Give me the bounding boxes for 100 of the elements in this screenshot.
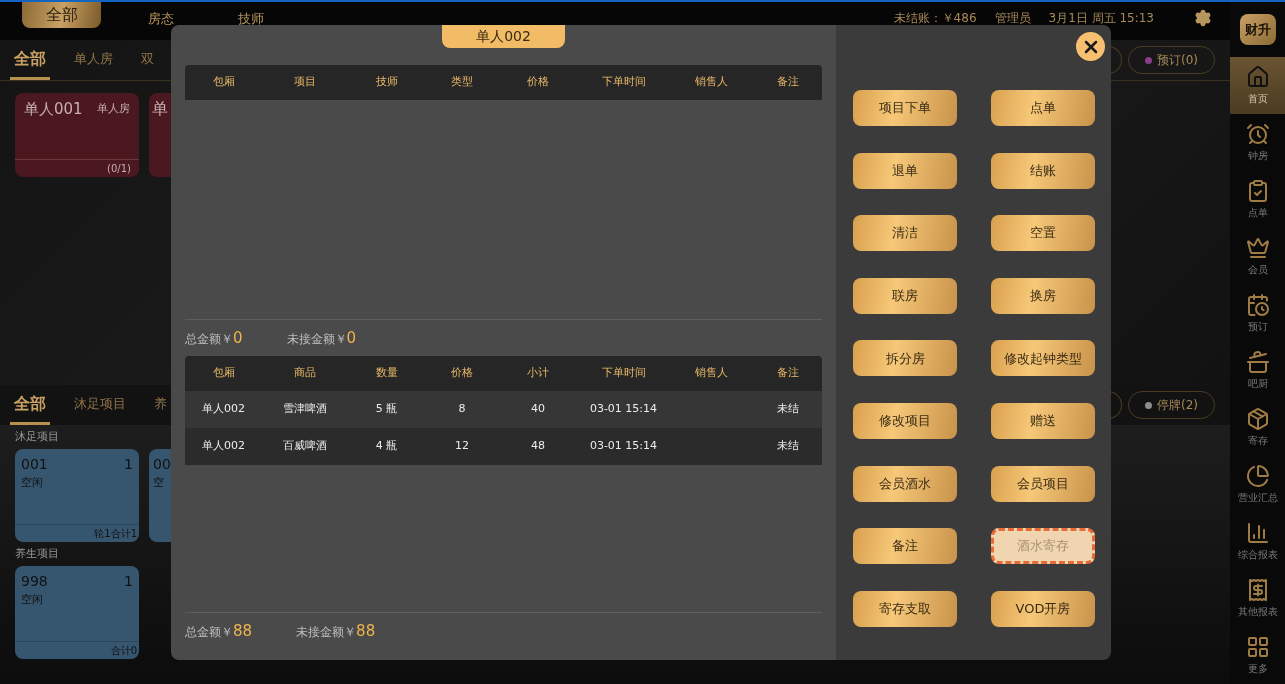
table-cell-text: 40	[530, 401, 546, 418]
column-header: 下单时间	[600, 74, 647, 91]
close-button[interactable]	[1076, 32, 1105, 61]
category-tab[interactable]: 双	[137, 40, 158, 80]
action-button[interactable]: 会员酒水	[853, 465, 957, 502]
project-count: 1	[124, 572, 133, 591]
occupancy-count: (0/1)	[107, 162, 131, 176]
sidebar-item[interactable]: 更多	[1230, 627, 1285, 684]
table-cell-text: 8	[457, 401, 467, 418]
sidebar-item[interactable]: 吧厨	[1230, 342, 1285, 399]
user-name: 管理员	[994, 10, 1031, 27]
category-tab[interactable]: 全部	[10, 385, 50, 425]
project-code: 00	[153, 455, 171, 474]
sidebar-item[interactable]: 营业汇总	[1230, 456, 1285, 513]
table-cell-text: 4 瓶	[374, 438, 399, 455]
home-icon	[1245, 65, 1270, 89]
total-amount: 总金额￥88	[185, 620, 253, 642]
sidebar-item[interactable]: 综合报表	[1230, 513, 1285, 570]
action-button[interactable]: 拆分房	[853, 340, 957, 377]
column-header: 技师	[374, 74, 399, 91]
column-header: 备注	[775, 365, 800, 382]
table-row[interactable]: 单人002 雪津啤酒 5 瓶 8 40 03-01 15:14 未结	[185, 391, 822, 428]
category-tab[interactable]: 沐足项目	[70, 385, 130, 425]
table-cell-text: 百威啤酒	[281, 438, 328, 455]
project-footer: 合计0	[110, 643, 137, 658]
table-cell-text: 雪津啤酒	[281, 401, 328, 418]
category-tab[interactable]: 全部	[10, 40, 50, 80]
action-button[interactable]: 赠送	[991, 402, 1095, 439]
column-header: 价格	[526, 74, 550, 91]
room-card[interactable]: 单人001 单人房 (0/1)	[15, 93, 139, 177]
table-cell-text: 03-01 15:14	[588, 438, 659, 455]
room-type: 单人房	[97, 101, 130, 117]
column-header: 商品	[292, 365, 317, 382]
action-button[interactable]: 修改项目	[853, 402, 957, 439]
room-name: 单人001	[24, 99, 83, 120]
action-button[interactable]: 备注	[853, 528, 957, 565]
calendar-clock-icon	[1245, 293, 1270, 317]
action-button[interactable]: 空置	[991, 215, 1095, 252]
table-cell-text: 单人002	[201, 438, 246, 455]
status-label: 停牌(2)	[1157, 397, 1198, 414]
table-row[interactable]: 单人002 百威啤酒 4 瓶 12 48 03-01 15:14 未结	[185, 428, 822, 465]
crown-icon	[1245, 236, 1270, 260]
column-header: 备注	[775, 74, 800, 91]
action-button[interactable]: VOD开房	[991, 590, 1095, 627]
grid-icon	[1245, 635, 1270, 659]
top-tab[interactable]: 全部	[22, 2, 101, 28]
action-button[interactable]: 寄存支取	[853, 590, 957, 627]
sidebar-item[interactable]: 点单	[1230, 171, 1285, 228]
date-time: 3月1日 周五 15:13	[1048, 10, 1154, 27]
total-amount: 总金额￥0	[185, 327, 243, 349]
project-status: 空	[153, 475, 165, 491]
action-button[interactable]: 换房	[991, 277, 1095, 314]
unpaid-amount: 未接金额￥0	[286, 327, 357, 349]
column-header: 包厢	[211, 365, 236, 382]
action-button[interactable]: 修改起钟类型	[991, 340, 1095, 377]
project-status: 空闲	[20, 592, 44, 608]
room-name: 单	[152, 99, 168, 118]
column-header: 数量	[374, 365, 399, 382]
table-cell-text: 未结	[775, 401, 800, 418]
settings-icon[interactable]	[1194, 9, 1212, 27]
project-code: 998	[21, 572, 48, 591]
unpaid-amount: 未接金额￥88	[296, 620, 376, 642]
sidebar-item[interactable]: 寄存	[1230, 399, 1285, 456]
top-tab[interactable]: 技师	[221, 6, 281, 32]
cooking-pot-icon	[1245, 350, 1270, 374]
table-cell-text: 12	[454, 438, 470, 455]
table-cell-text: 48	[530, 438, 546, 455]
room-card[interactable]: 单	[149, 93, 171, 177]
action-button[interactable]: 清洁	[853, 215, 957, 252]
action-button[interactable]: 项目下单	[853, 90, 957, 126]
dialog-title: 单人002	[442, 25, 565, 48]
action-button[interactable]: 退单	[853, 152, 957, 189]
pie-chart-icon	[1245, 464, 1270, 488]
column-header: 销售人	[693, 74, 729, 91]
category-tab[interactable]: 单人房	[70, 40, 117, 80]
action-button[interactable]: 点单	[991, 90, 1095, 126]
top-tab[interactable]: 房态	[131, 6, 191, 32]
action-button[interactable]: 联房	[853, 277, 957, 314]
sidebar-item[interactable]: 首页	[1230, 57, 1285, 114]
table-cell-text: 未结	[775, 438, 800, 455]
sidebar-item[interactable]: 钟房	[1230, 114, 1285, 171]
sidebar-item[interactable]: 预订	[1230, 285, 1285, 342]
column-header: 类型	[450, 74, 474, 91]
sidebar-item[interactable]: 会员	[1230, 228, 1285, 285]
table-cell-text: 03-01 15:14	[588, 401, 659, 418]
category-tab[interactable]: 养	[150, 385, 171, 425]
column-header: 项目	[292, 74, 317, 91]
group-title: 养生项目	[15, 545, 59, 562]
app-logo: 财升	[1239, 14, 1276, 45]
group-title: 沐足项目	[15, 428, 59, 445]
alarm-clock-icon	[1245, 122, 1270, 146]
action-button[interactable]: 结账	[991, 152, 1095, 189]
status-label: 预订(0)	[1157, 52, 1198, 69]
column-header: 下单时间	[600, 365, 647, 382]
action-button[interactable]: 会员项目	[991, 465, 1095, 502]
bar-chart-icon	[1245, 521, 1270, 545]
unsettled-amount: 未结账：￥486	[893, 10, 977, 27]
sidebar-item[interactable]: 其他报表	[1230, 570, 1285, 627]
column-header: 小计	[526, 365, 550, 382]
project-count: 1	[124, 455, 133, 474]
